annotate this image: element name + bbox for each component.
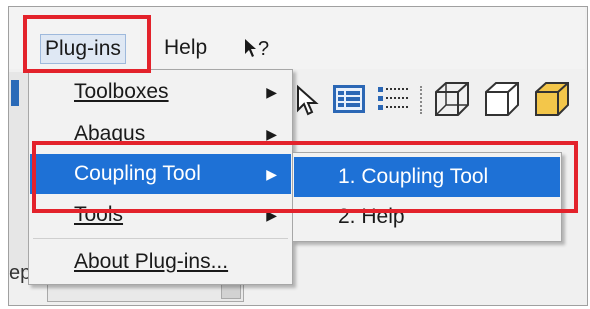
whats-this-help-button[interactable]: ? — [244, 38, 269, 60]
wireframe-cube-icon[interactable] — [432, 80, 472, 118]
submenu-arrow-icon: ▶ — [266, 84, 277, 100]
left-toolbar-strip — [9, 72, 29, 272]
menu-item-about-plug-ins[interactable]: About Plug-ins... — [30, 242, 291, 282]
menu-item-label: Toolboxes — [74, 80, 169, 103]
shaded-cube-icon[interactable] — [532, 80, 572, 118]
list-view-icon[interactable] — [332, 84, 366, 114]
select-cursor-icon[interactable] — [294, 84, 320, 116]
combo-dropdown-button[interactable] — [221, 283, 241, 299]
toolbar — [292, 72, 586, 128]
module-icon[interactable] — [11, 80, 19, 106]
whats-this-question-mark: ? — [258, 38, 270, 60]
arrow-cursor-icon — [245, 39, 256, 57]
menu-separator — [33, 238, 288, 239]
toolbar-separator — [420, 86, 424, 114]
submenu-arrow-icon: ▶ — [266, 126, 277, 142]
menu-help[interactable]: Help — [164, 34, 207, 62]
annotation-box-plug-ins — [23, 15, 151, 73]
hidden-line-cube-icon[interactable] — [482, 80, 522, 118]
annotation-box-coupling-tool — [32, 141, 578, 213]
menu-item-toolboxes[interactable]: Toolboxes ▶ — [30, 72, 291, 112]
tree-view-icon[interactable] — [376, 84, 410, 114]
menu-item-label: About Plug-ins... — [74, 250, 229, 273]
